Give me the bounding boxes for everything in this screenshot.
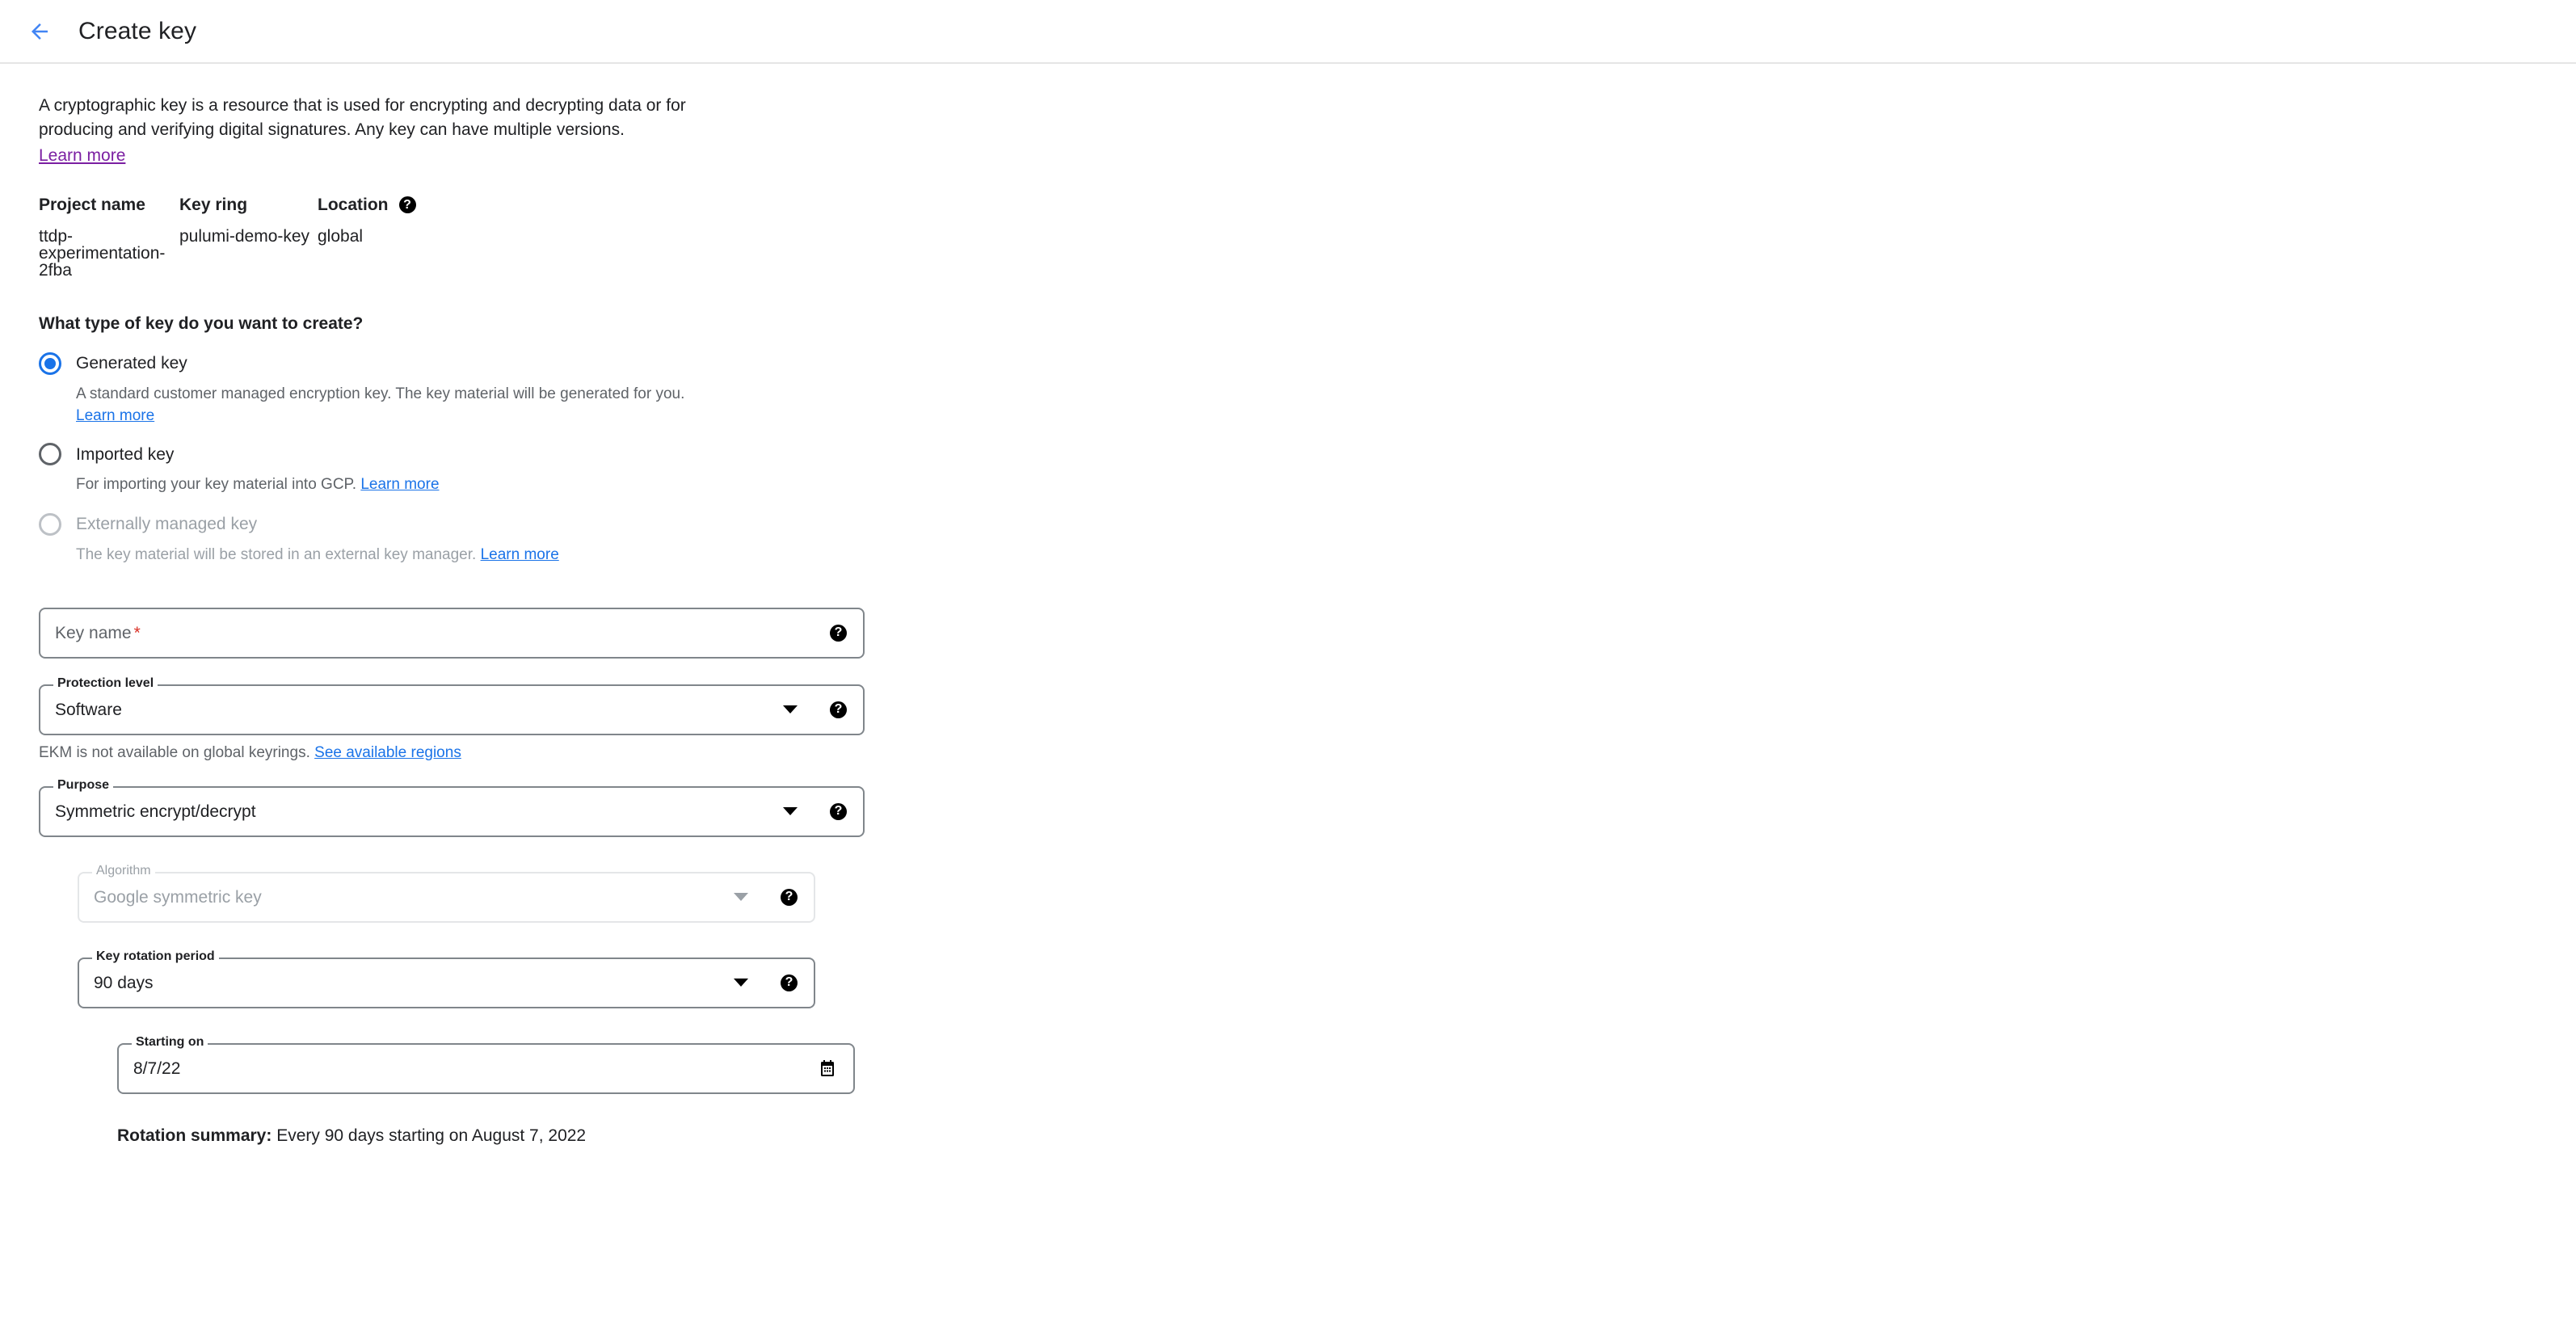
page-content: A cryptographic key is a resource that i…: [0, 94, 2576, 1144]
key-ring-value: pulumi-demo-key: [179, 226, 310, 246]
chevron-down-icon: [734, 893, 748, 902]
radio-externally-managed-key-description-wrap: The key material will be stored in an ex…: [76, 545, 2576, 566]
chevron-down-icon[interactable]: [783, 807, 798, 816]
intro-paragraph: A cryptographic key is a resource that i…: [39, 94, 855, 142]
algorithm-select: Algorithm Google symmetric key ?: [78, 864, 815, 923]
chevron-down-icon[interactable]: [734, 979, 748, 987]
rotation-summary: Rotation summary: Every 90 days starting…: [117, 1127, 2576, 1144]
purpose-field-wrap: Purpose Symmetric encrypt/decrypt ?: [39, 778, 2576, 837]
intro-line-1: A cryptographic key is a resource that i…: [39, 96, 686, 115]
intro-learn-more-link[interactable]: Learn more: [39, 146, 125, 166]
protection-level-select[interactable]: Protection level Software ?: [39, 676, 865, 735]
radio-externally-managed-key-head: Externally managed key: [39, 512, 2576, 536]
key-name-input[interactable]: Key name * ?: [39, 607, 865, 659]
protection-level-help-icon[interactable]: ?: [830, 701, 847, 718]
purpose-help-icon[interactable]: ?: [830, 802, 847, 820]
key-form-fields: Key name * ? Protection level Software ? …: [39, 607, 2576, 1094]
back-button[interactable]: [21, 13, 58, 50]
location-label: Location: [318, 196, 389, 215]
starting-on-value: 8/7/22: [133, 1059, 181, 1078]
radio-option-generated-key[interactable]: Generated key A standard customer manage…: [39, 351, 2576, 426]
key-ring-column: Key ring pulumi-demo-key: [179, 196, 318, 279]
intro-line-2: producing and verifying digital signatur…: [39, 120, 625, 139]
purpose-value: Symmetric encrypt/decrypt: [55, 802, 256, 821]
protection-level-label: Protection level: [53, 676, 158, 690]
algorithm-field-wrap: Algorithm Google symmetric key ?: [78, 864, 2576, 923]
location-label-wrap: Location ?: [318, 196, 528, 214]
purpose-select[interactable]: Purpose Symmetric encrypt/decrypt ?: [39, 778, 865, 837]
location-value: global: [318, 226, 364, 246]
protection-level-hint: EKM is not available on global keyrings.…: [39, 745, 2576, 760]
radio-generated-key-learn-more-link[interactable]: Learn more: [76, 407, 2576, 425]
radio-imported-key-learn-more-link[interactable]: Learn more: [360, 476, 439, 493]
radio-externally-managed-key-circle: [39, 512, 61, 536]
key-name-required-marker: *: [133, 623, 141, 642]
radio-option-imported-key[interactable]: Imported key For importing your key mate…: [39, 443, 2576, 495]
radio-externally-managed-key-label: Externally managed key: [76, 515, 258, 534]
algorithm-value: Google symmetric key: [94, 887, 262, 907]
starting-on-field-wrap: Starting on 8/7/22: [117, 1035, 2576, 1094]
key-name-placeholder: Key name *: [55, 623, 141, 642]
key-rotation-period-value: 90 days: [94, 973, 154, 992]
page-header: Create key: [0, 0, 2576, 64]
key-rotation-period-field-wrap: Key rotation period 90 days ?: [78, 949, 2576, 1008]
protection-level-field-wrap: Protection level Software ? EKM is not a…: [39, 676, 2576, 760]
key-rotation-period-select[interactable]: Key rotation period 90 days ?: [78, 949, 815, 1008]
calendar-icon[interactable]: [818, 1059, 837, 1078]
key-name-field-wrap: Key name * ?: [39, 607, 2576, 659]
key-name-help-icon[interactable]: ?: [830, 624, 847, 642]
key-rotation-period-help-icon[interactable]: ?: [781, 974, 798, 991]
key-type-radio-group: Generated key A standard customer manage…: [39, 351, 2576, 566]
radio-imported-key-head[interactable]: Imported key: [39, 443, 2576, 466]
location-help-icon[interactable]: ?: [398, 196, 416, 214]
starting-on-date-input[interactable]: Starting on 8/7/22: [117, 1035, 855, 1094]
radio-generated-key-description: A standard customer managed encryption k…: [76, 385, 685, 402]
location-column: Location ? global: [318, 196, 528, 279]
algorithm-label: Algorithm: [92, 864, 155, 878]
project-name-value: ttdp-experimentation-2fba: [39, 226, 166, 280]
radio-imported-key-label: Imported key: [76, 444, 175, 464]
radio-option-externally-managed-key: Externally managed key The key material …: [39, 512, 2576, 566]
key-type-question: What type of key do you want to create?: [39, 314, 364, 333]
radio-generated-key-circle[interactable]: [39, 351, 61, 375]
protection-level-value: Software: [55, 700, 122, 719]
see-available-regions-link[interactable]: See available regions: [314, 744, 461, 761]
arrow-back-icon: [27, 19, 52, 44]
radio-imported-key-description: For importing your key material into GCP…: [76, 476, 357, 494]
key-rotation-period-label: Key rotation period: [92, 949, 219, 963]
protection-level-hint-text: EKM is not available on global keyrings.: [39, 743, 310, 761]
radio-generated-key-head[interactable]: Generated key: [39, 351, 2576, 375]
rotation-summary-text: Every 90 days starting on August 7, 2022: [271, 1126, 587, 1145]
chevron-down-icon[interactable]: [783, 705, 798, 714]
purpose-label: Purpose: [53, 778, 114, 792]
project-name-label: Project name: [39, 196, 145, 215]
radio-imported-key-description-wrap: For importing your key material into GCP…: [76, 474, 2576, 495]
page-title: Create key: [78, 17, 197, 44]
radio-generated-key-label: Generated key: [76, 354, 187, 373]
radio-imported-key-circle[interactable]: [39, 443, 61, 466]
resource-info-row: Project name ttdp-experimentation-2fba K…: [39, 196, 2576, 279]
radio-externally-managed-key-learn-more-link[interactable]: Learn more: [481, 546, 559, 563]
starting-on-label: Starting on: [132, 1035, 208, 1049]
radio-externally-managed-key-description: The key material will be stored in an ex…: [76, 545, 477, 563]
key-ring-label: Key ring: [179, 196, 248, 215]
algorithm-help-icon[interactable]: ?: [781, 888, 798, 906]
project-name-column: Project name ttdp-experimentation-2fba: [39, 196, 179, 279]
rotation-summary-label: Rotation summary:: [117, 1126, 272, 1145]
